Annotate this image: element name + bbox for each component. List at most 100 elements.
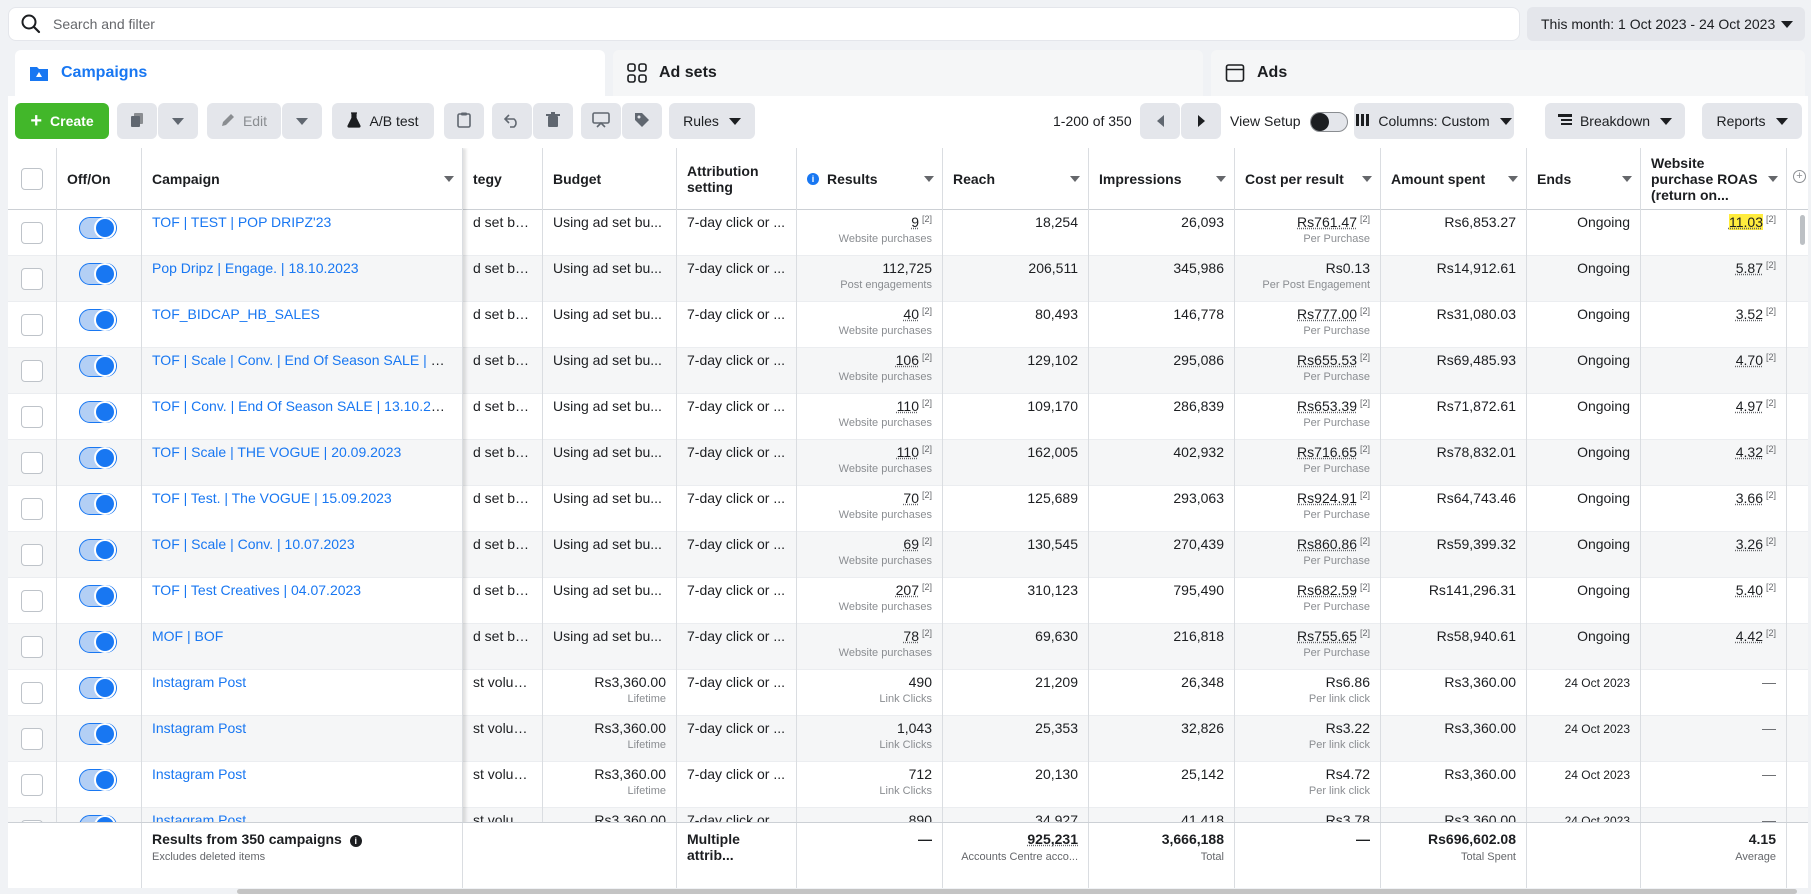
frozen-row[interactable]: Pop Dripz | Engage. | 18.10.2023: [8, 256, 463, 302]
cell-results-value[interactable]: 70: [903, 490, 919, 506]
frozen-row[interactable]: TOF | TEST | POP DRIPZ'23: [8, 210, 463, 256]
clipboard-button[interactable]: [444, 103, 484, 139]
row-checkbox[interactable]: [21, 452, 43, 474]
campaign-name-link[interactable]: TOF_BIDCAP_HB_SALES: [152, 306, 320, 322]
cell-roas-value[interactable]: 5.87: [1736, 260, 1763, 276]
sort-icon[interactable]: [1362, 176, 1372, 182]
cell-results-value[interactable]: 9: [911, 214, 919, 230]
row-checkbox[interactable]: [21, 406, 43, 428]
col-header-bid-strategy[interactable]: tegy: [463, 148, 543, 210]
campaign-name-link[interactable]: TOF | Scale | THE VOGUE | 20.09.2023: [152, 444, 401, 460]
col-header-impressions[interactable]: Impressions: [1089, 148, 1235, 210]
cell-cpr-value[interactable]: Rs682.59: [1297, 582, 1357, 598]
frozen-row[interactable]: MOF | BOF: [8, 624, 463, 670]
row-checkbox[interactable]: [21, 774, 43, 796]
sort-icon[interactable]: [1622, 176, 1632, 182]
campaign-toggle[interactable]: [79, 355, 117, 377]
search-input[interactable]: [53, 16, 1453, 32]
cell-cpr-value[interactable]: Rs761.47: [1297, 214, 1357, 230]
row-checkbox[interactable]: [21, 636, 43, 658]
sort-icon[interactable]: [1768, 176, 1778, 182]
preview-button[interactable]: [581, 103, 621, 139]
cell-cpr-value[interactable]: Rs924.91: [1297, 490, 1357, 506]
campaign-toggle[interactable]: [79, 447, 117, 469]
campaign-toggle[interactable]: [79, 401, 117, 423]
sort-icon[interactable]: [1508, 176, 1518, 182]
ab-test-button[interactable]: A/B test: [332, 103, 434, 139]
reports-button[interactable]: Reports: [1702, 103, 1802, 139]
cell-roas-value[interactable]: 3.26: [1736, 536, 1763, 552]
breakdown-button[interactable]: Breakdown: [1545, 103, 1685, 139]
row-checkbox[interactable]: [21, 314, 43, 336]
frozen-row[interactable]: TOF | Scale | Conv. | 10.07.2023: [8, 532, 463, 578]
campaign-toggle[interactable]: [79, 309, 117, 331]
campaign-toggle[interactable]: [79, 539, 117, 561]
col-header-campaign[interactable]: Campaign: [142, 148, 463, 210]
campaign-name-link[interactable]: TOF | Scale | Conv. | End Of Season SALE…: [152, 352, 462, 368]
frozen-row[interactable]: TOF | Test. | The VOGUE | 15.09.2023: [8, 486, 463, 532]
col-header-reach[interactable]: Reach: [943, 148, 1089, 210]
campaign-name-link[interactable]: Instagram Post: [152, 720, 246, 736]
frozen-row[interactable]: TOF | Conv. | End Of Season SALE | 13.10…: [8, 394, 463, 440]
frozen-row[interactable]: TOF | Scale | THE VOGUE | 20.09.2023: [8, 440, 463, 486]
horizontal-scrollbar[interactable]: [237, 889, 1797, 894]
col-header-roas[interactable]: Website purchase ROAS (return on...: [1641, 148, 1787, 210]
campaign-toggle[interactable]: [79, 723, 117, 745]
frozen-row[interactable]: TOF | Scale | Conv. | End Of Season SALE…: [8, 348, 463, 394]
cell-roas-value[interactable]: 4.70: [1736, 352, 1763, 368]
tag-button[interactable]: [622, 103, 662, 139]
cell-roas-value[interactable]: 4.32: [1736, 444, 1763, 460]
duplicate-dropdown-button[interactable]: [158, 103, 198, 139]
frozen-row[interactable]: Instagram Post: [8, 716, 463, 762]
info-icon[interactable]: i: [349, 835, 362, 847]
sort-icon[interactable]: [1216, 176, 1226, 182]
cell-cpr-value[interactable]: Rs655.53: [1297, 352, 1357, 368]
undo-button[interactable]: [492, 103, 532, 139]
info-icon[interactable]: i: [807, 173, 819, 185]
sort-icon[interactable]: [444, 176, 454, 182]
cell-results-value[interactable]: 110: [897, 444, 919, 460]
campaign-toggle[interactable]: [79, 631, 117, 653]
row-checkbox[interactable]: [21, 728, 43, 750]
campaign-name-link[interactable]: TOF | Conv. | End Of Season SALE | 13.10…: [152, 398, 454, 414]
rules-button[interactable]: Rules: [669, 103, 755, 139]
campaign-name-link[interactable]: Instagram Post: [152, 766, 246, 782]
cell-roas-value[interactable]: 4.42: [1736, 628, 1763, 644]
columns-button[interactable]: Columns: Custom: [1354, 103, 1514, 139]
col-header-results[interactable]: i Results: [797, 148, 943, 210]
duplicate-button[interactable]: [117, 103, 157, 139]
prev-page-button[interactable]: [1140, 103, 1180, 139]
select-all-checkbox[interactable]: [21, 168, 43, 190]
col-header-amount-spent[interactable]: Amount spent: [1381, 148, 1527, 210]
cell-cpr-value[interactable]: Rs653.39: [1297, 398, 1357, 414]
cell-results-value[interactable]: 78: [903, 628, 919, 644]
col-header-budget[interactable]: Budget: [543, 148, 677, 210]
campaign-toggle[interactable]: [79, 263, 117, 285]
create-button[interactable]: + Create: [15, 103, 109, 139]
row-checkbox[interactable]: [21, 590, 43, 612]
cell-roas-value[interactable]: 11.03: [1728, 214, 1763, 230]
row-checkbox[interactable]: [21, 360, 43, 382]
row-checkbox[interactable]: [21, 544, 43, 566]
campaign-toggle[interactable]: [79, 677, 117, 699]
campaign-name-link[interactable]: Pop Dripz | Engage. | 18.10.2023: [152, 260, 359, 276]
campaign-toggle[interactable]: [79, 585, 117, 607]
edit-button[interactable]: Edit: [207, 103, 281, 139]
campaign-name-link[interactable]: TOF | TEST | POP DRIPZ'23: [152, 214, 331, 230]
cell-cpr-value[interactable]: Rs716.65: [1297, 444, 1357, 460]
cell-roas-value[interactable]: 4.97: [1736, 398, 1763, 414]
campaign-name-link[interactable]: TOF | Test Creatives | 04.07.2023: [152, 582, 361, 598]
sort-icon[interactable]: [924, 176, 934, 182]
search-box[interactable]: [8, 7, 1520, 41]
view-setup-toggle[interactable]: [1310, 112, 1348, 132]
col-header-attribution[interactable]: Attribution setting: [677, 148, 797, 210]
col-header-ends[interactable]: Ends: [1527, 148, 1641, 210]
cell-cpr-value[interactable]: Rs777.00: [1297, 306, 1357, 322]
next-page-button[interactable]: [1181, 103, 1221, 139]
cell-results-value[interactable]: 69: [903, 536, 919, 552]
cell-roas-value[interactable]: 5.40: [1736, 582, 1763, 598]
cell-roas-value[interactable]: 3.52: [1736, 306, 1763, 322]
cell-results-value[interactable]: 207: [896, 582, 919, 598]
delete-button[interactable]: [533, 103, 573, 139]
cell-roas-value[interactable]: 3.66: [1736, 490, 1763, 506]
